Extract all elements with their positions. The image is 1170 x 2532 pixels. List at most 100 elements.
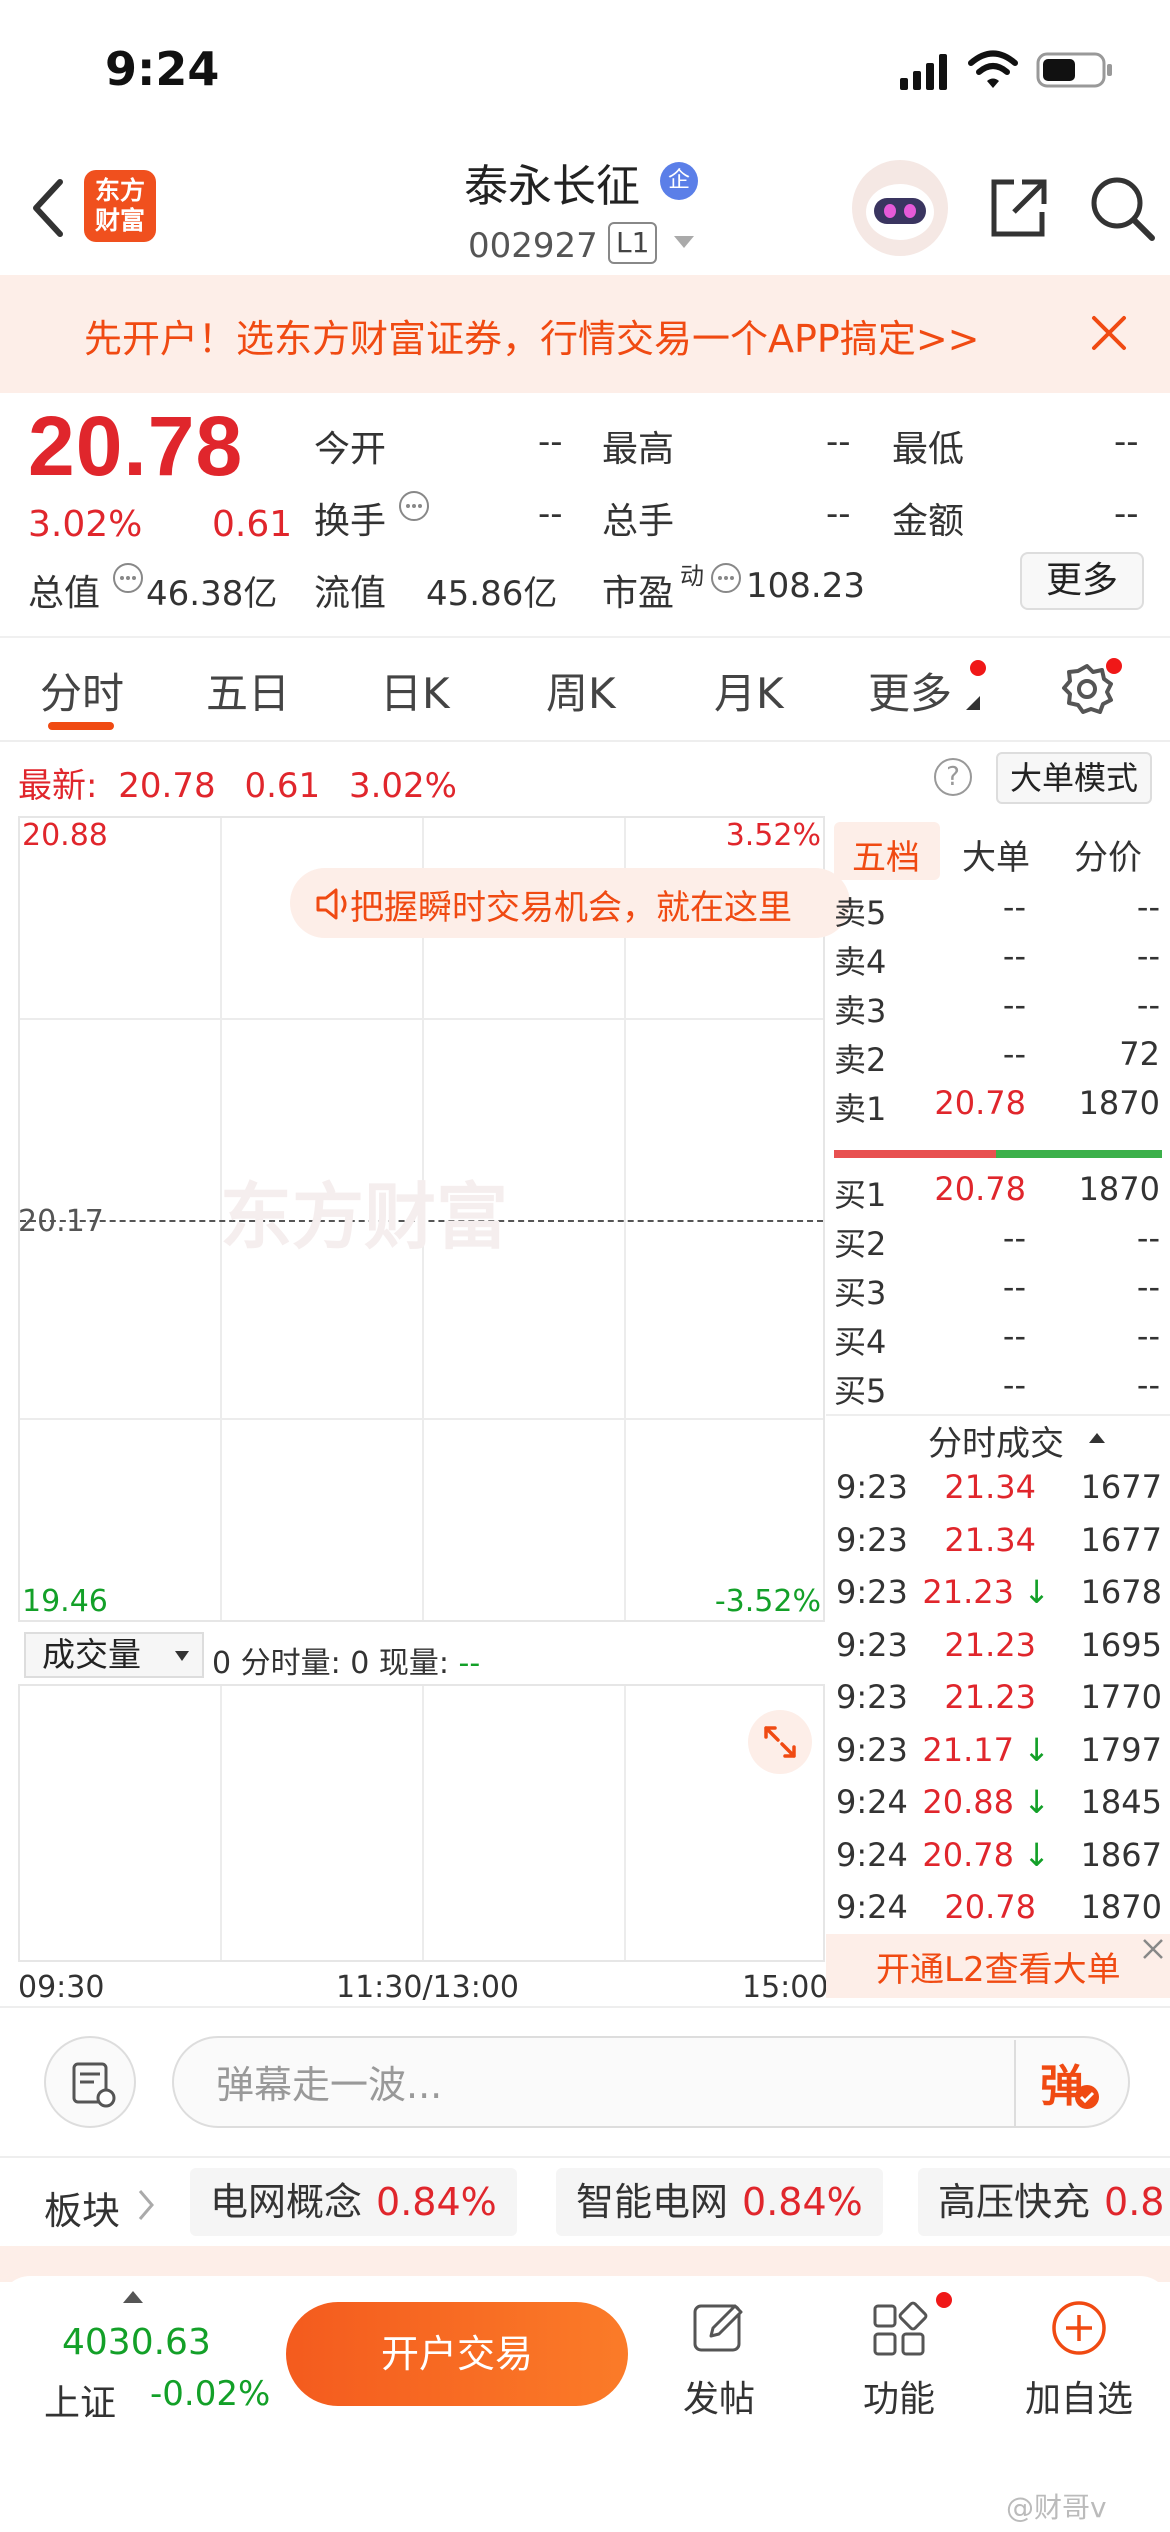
- open-account-trade-button[interactable]: 开户交易: [286, 2302, 628, 2406]
- big-order-mode-button[interactable]: 大单模式: [996, 752, 1152, 804]
- more-quote-button[interactable]: 更多: [1020, 552, 1144, 610]
- tick-time: 9:23: [836, 1625, 908, 1664]
- latest-pct: 3.02%: [348, 766, 457, 806]
- tick-time: 9:24: [836, 1835, 908, 1874]
- caret-up-icon[interactable]: [122, 2290, 144, 2304]
- notification-dot: [936, 2292, 952, 2308]
- back-icon[interactable]: [28, 178, 68, 238]
- stock-name[interactable]: 泰永长征: [464, 150, 640, 214]
- corner-triangle-icon: [966, 696, 980, 710]
- volume-chart[interactable]: [18, 1684, 825, 1962]
- down-arrow-icon: ↓: [1023, 1783, 1050, 1821]
- tab-weekly-k[interactable]: 周K: [546, 660, 616, 721]
- info-dots-icon[interactable]: [112, 562, 144, 594]
- expand-chart-button[interactable]: [748, 1710, 812, 1774]
- nav-functions-label: 功能: [862, 2379, 935, 2420]
- sector-chip[interactable]: 智能电网 0.84%: [556, 2168, 883, 2236]
- ask-price: --: [1002, 937, 1026, 975]
- danmaku-placeholder[interactable]: 弹幕走一波...: [216, 2054, 442, 2109]
- credit-watermark: @财哥v: [1006, 2491, 1107, 2524]
- l2-promo-text[interactable]: 开通L2查看大单: [876, 1942, 1121, 1991]
- low-label: 最低: [892, 429, 965, 470]
- divider: [0, 2156, 1170, 2158]
- ask-volume: --: [1136, 888, 1160, 926]
- search-icon[interactable]: [1088, 174, 1156, 242]
- ask-price: --: [1002, 888, 1026, 926]
- tab-intraday[interactable]: 分时: [40, 660, 124, 721]
- latest-price: 20.78: [118, 766, 216, 806]
- ask-price: --: [1002, 986, 1026, 1024]
- close-icon[interactable]: [1088, 312, 1130, 354]
- level-badge[interactable]: L1: [608, 222, 658, 264]
- tick-price: 21.34: [944, 1520, 1036, 1559]
- tick-price: 20.78: [944, 1888, 1036, 1926]
- check-badge-icon: [1075, 2085, 1099, 2109]
- battery-icon: [1036, 52, 1112, 88]
- down-arrow-icon: ↓: [1023, 1835, 1050, 1874]
- sector-chip-pct: 0.8: [1104, 2180, 1165, 2224]
- bid-price: --: [1002, 1317, 1026, 1355]
- market-cap-value: 46.38亿: [146, 574, 278, 614]
- robot-assistant-icon[interactable]: [852, 160, 948, 256]
- nav-add-watchlist[interactable]: 加自选: [1014, 2298, 1144, 2422]
- notification-dot: [1106, 658, 1122, 674]
- notice-text[interactable]: 把握瞬时交易机会，就在这里: [350, 880, 792, 929]
- nav-functions[interactable]: 功能: [834, 2298, 964, 2422]
- latest-price-line: 最新: 20.78 0.61 3.02%: [18, 758, 457, 807]
- share-icon[interactable]: [986, 176, 1050, 240]
- volume-select-label: 成交量: [42, 1635, 141, 1674]
- tab-five-day[interactable]: 五日: [206, 660, 290, 721]
- tab-five-levels[interactable]: 五档: [852, 830, 920, 879]
- caret-down-icon[interactable]: [672, 234, 696, 250]
- wifi-icon: [968, 50, 1018, 88]
- ask-level-label: 卖1: [834, 1090, 887, 1128]
- sector-label[interactable]: 板块: [44, 2180, 120, 2235]
- add-circle-icon: [1052, 2301, 1106, 2355]
- tab-price-distribution[interactable]: 分价: [1074, 830, 1142, 879]
- index-change-pct[interactable]: -0.02%: [150, 2374, 270, 2414]
- tab-daily-k[interactable]: 日K: [380, 660, 450, 721]
- intraday-chart[interactable]: 东方财富 20.88 20.17 19.46 3.52% -3.52% 把握瞬时…: [18, 816, 850, 1622]
- info-dots-icon[interactable]: [398, 490, 430, 522]
- help-icon[interactable]: ?: [934, 758, 972, 796]
- info-dots-icon[interactable]: [710, 562, 742, 594]
- sector-chip[interactable]: 高压快充 0.8: [918, 2168, 1170, 2236]
- volume-stats: 0 分时量: 0 现量: --: [212, 1638, 480, 1682]
- turnover-label: 换手: [314, 501, 387, 542]
- notification-dot: [970, 660, 986, 676]
- amount-label: 金额: [892, 501, 965, 542]
- tick-volume: 1845: [1080, 1783, 1162, 1821]
- tick-time: 9:23: [836, 1520, 908, 1559]
- current-volume: --: [458, 1646, 481, 1681]
- enterprise-badge: 企: [660, 162, 698, 200]
- order-book-divider-sell: [834, 1150, 996, 1158]
- bid-price: --: [1002, 1219, 1026, 1257]
- sector-chip[interactable]: 电网概念 0.84%: [190, 2168, 517, 2236]
- tab-big-orders[interactable]: 大单: [962, 830, 1030, 879]
- latest-change: 0.61: [244, 766, 321, 806]
- time-axis-start: 09:30: [18, 1970, 105, 2005]
- nav-post[interactable]: 发帖: [654, 2298, 784, 2422]
- pe-label: 市盈: [602, 573, 675, 614]
- settings-gear-icon[interactable]: [1060, 662, 1114, 716]
- high-value: --: [826, 422, 851, 462]
- caret-up-icon[interactable]: [1088, 1432, 1106, 1444]
- index-name[interactable]: 上证: [44, 2374, 116, 2426]
- close-icon[interactable]: [1140, 1936, 1166, 1962]
- tab-more[interactable]: 更多: [868, 660, 952, 721]
- index-value[interactable]: 4030.63: [62, 2322, 211, 2363]
- chevron-right-icon[interactable]: [136, 2188, 156, 2222]
- tick-price: 21.17: [922, 1730, 1014, 1769]
- ask-level-label: 卖4: [834, 943, 887, 981]
- promo-banner-text[interactable]: 先开户！选东方财富证券，行情交易一个APP搞定>>: [84, 308, 980, 363]
- comment-note-icon[interactable]: [44, 2036, 136, 2128]
- tab-monthly-k[interactable]: 月K: [714, 660, 784, 721]
- volume-indicator-select[interactable]: 成交量: [24, 1632, 204, 1678]
- tick-time: 9:23: [836, 1678, 908, 1716]
- time-axis-mid: 11:30/13:00: [336, 1970, 520, 2005]
- tick-volume: 1677: [1080, 1520, 1162, 1559]
- bid-level-label: 买2: [834, 1225, 887, 1263]
- grid-line: [220, 1686, 222, 1960]
- float-cap-label: 流值: [314, 573, 387, 614]
- ticks-title[interactable]: 分时成交: [928, 1416, 1064, 1465]
